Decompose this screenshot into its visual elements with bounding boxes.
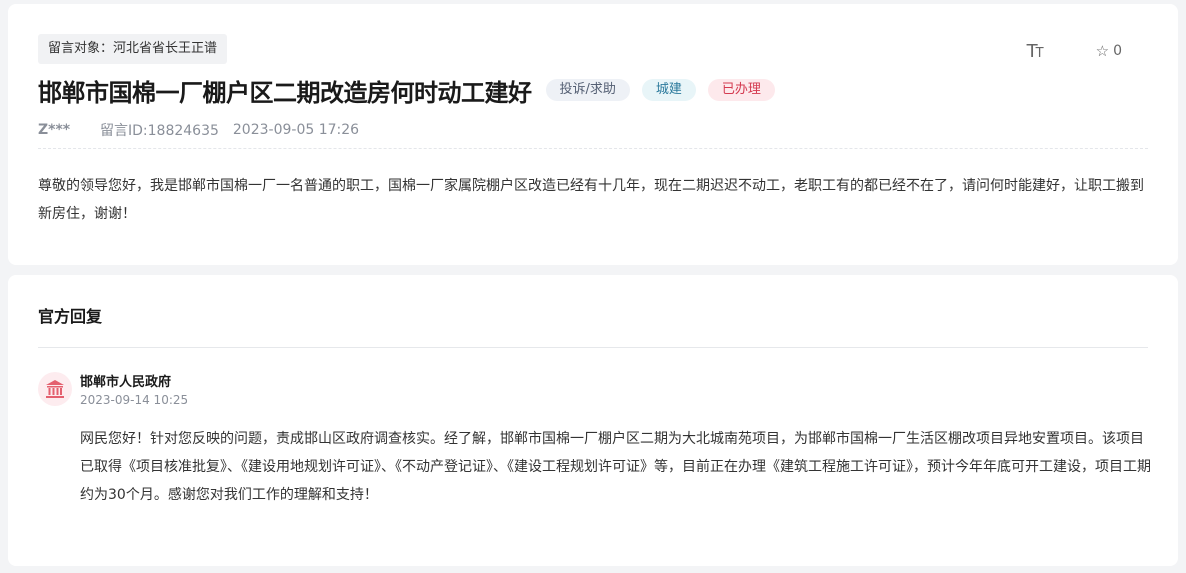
message-id: 留言ID:18824635 [100,123,219,139]
message-content: 尊敬的领导您好，我是邯郸市国棉一厂一名普通的职工，国棉一厂家属院棚户区改造已经有… [38,178,1144,222]
reply-card: 官方回复 邯郸市人民政府 2023-09-14 10:25 网民您好！针对您反映… [8,275,1178,566]
status-badge: 已办理 [707,79,775,101]
author-name: Z*** [38,122,71,138]
reply-org-name: 邯郸市人民政府 [80,375,172,390]
message-toolbar: TT ☆ 0 [1027,40,1122,62]
star-icon: ☆ [1095,42,1110,60]
message-target-tag: 留言对象：河北省省长王正谱 [38,34,228,64]
text-size-icon[interactable]: TT [1027,41,1044,62]
reply-datetime: 2023-09-14 10:25 [80,393,189,407]
message-meta: Z*** 留言ID:18824635 2023-09-05 17:26 [38,120,359,140]
title-row: 邯郸市国棉一厂棚户区二期改造房何时动工建好 投诉/求助 城建 已办理 [38,74,775,107]
reply-section-title: 官方回复 [38,307,103,326]
category-badge: 城建 [641,79,696,101]
type-badge: 投诉/求助 [545,79,630,101]
page-title: 邯郸市国棉一厂棚户区二期改造房何时动工建好 [38,78,532,107]
divider [38,347,1148,348]
divider [38,148,1148,149]
favorite-button[interactable]: ☆ 0 [1096,42,1122,60]
favorite-count: 0 [1113,43,1122,59]
message-card: 留言对象：河北省省长王正谱 TT ☆ 0 邯郸市国棉一厂棚户区二期改造房何时动工… [8,4,1178,265]
government-building-icon [38,372,72,406]
message-datetime: 2023-09-05 17:26 [232,122,360,138]
reply-content: 网民您好！针对您反映的问题，责成邯山区政府调查核实。经了解，邯郸市国棉一厂棚户区… [80,431,1151,503]
